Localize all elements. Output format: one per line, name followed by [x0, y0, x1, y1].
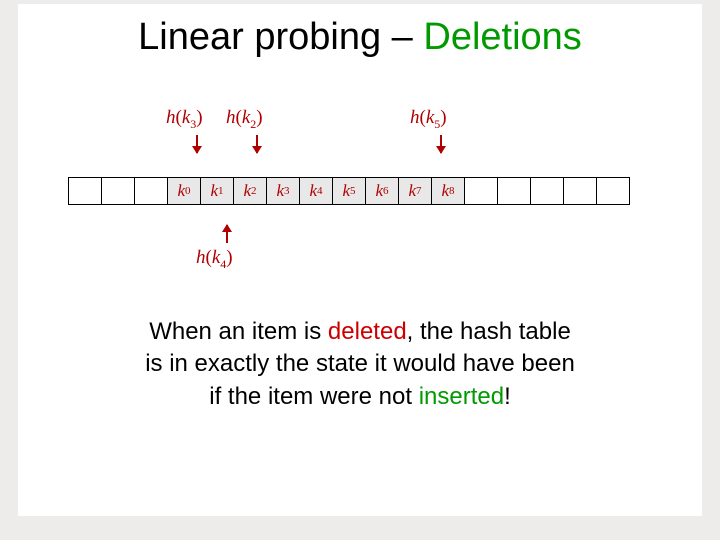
hash-table-diagram: k0k1k2k3k4k5k6k7k8 h(k3) h(k2) h(k5) h(k4) [18, 107, 702, 307]
hash-cell: k0 [167, 177, 200, 205]
caption-inserted: inserted [419, 383, 504, 410]
hash-cell: k6 [365, 177, 398, 205]
hash-cell [101, 177, 134, 205]
hash-cell: k4 [299, 177, 332, 205]
hash-function-label: h(k3) [166, 107, 203, 132]
arrow-up-icon [226, 225, 228, 243]
caption-text: is in exactly the state it would have be… [145, 350, 575, 377]
hash-table-row: k0k1k2k3k4k5k6k7k8 [68, 177, 630, 205]
caption-text: When an item is [149, 318, 328, 345]
hash-cell: k5 [332, 177, 365, 205]
hash-function-label: h(k4) [196, 247, 233, 272]
hash-cell [530, 177, 563, 205]
hash-cell [563, 177, 596, 205]
caption: When an item is deleted, the hash table … [18, 316, 702, 413]
slide: Linear probing – Deletions k0k1k2k3k4k5k… [18, 4, 702, 516]
caption-text: if the item were not [209, 383, 418, 410]
caption-text: , the hash table [407, 318, 571, 345]
hash-cell: k7 [398, 177, 431, 205]
hash-cell: k2 [233, 177, 266, 205]
arrow-down-icon [440, 135, 442, 153]
caption-text: ! [504, 383, 511, 410]
hash-cell [497, 177, 530, 205]
hash-cell [134, 177, 167, 205]
hash-cell [464, 177, 497, 205]
hash-function-label: h(k2) [226, 107, 263, 132]
arrow-down-icon [256, 135, 258, 153]
slide-title: Linear probing – Deletions [18, 4, 702, 59]
hash-cell: k1 [200, 177, 233, 205]
arrow-down-icon [196, 135, 198, 153]
title-text-main: Linear probing – [138, 16, 423, 58]
caption-deleted: deleted [328, 318, 407, 345]
hash-cell: k3 [266, 177, 299, 205]
hash-cell [596, 177, 629, 205]
hash-function-label: h(k5) [410, 107, 447, 132]
hash-cell [68, 177, 101, 205]
hash-cell: k8 [431, 177, 464, 205]
title-text-accent: Deletions [423, 16, 581, 58]
